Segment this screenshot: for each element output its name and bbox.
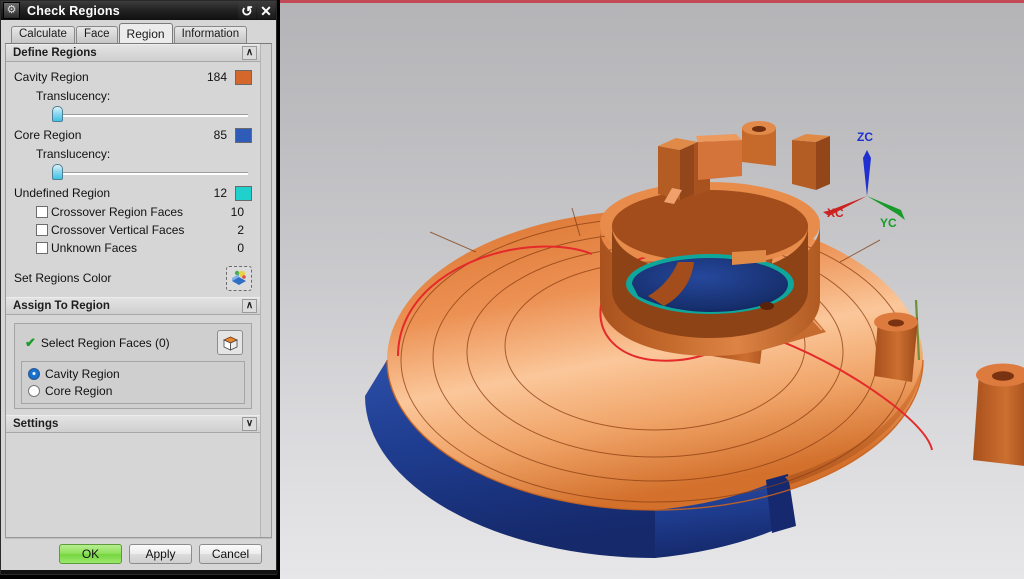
section-header-define-regions[interactable]: Define Regions ∧ xyxy=(6,44,260,62)
options-scroll-area: Define Regions ∧ Cavity Region 184 Trans… xyxy=(5,43,272,538)
crossover-region-faces-count: 10 xyxy=(230,205,244,219)
check-regions-dialog: ⚙ Check Regions ↺ ✕ Calculate Face Regio… xyxy=(0,0,278,575)
vertical-scrollbar[interactable] xyxy=(260,44,271,537)
dialog-body: Calculate Face Region Information Define… xyxy=(1,20,276,574)
chevron-up-icon[interactable]: ∧ xyxy=(242,46,257,60)
core-region-count: 85 xyxy=(213,128,227,142)
undefined-region-color-swatch[interactable] xyxy=(235,185,252,201)
dialog-bottom-edge xyxy=(1,570,278,574)
select-face-cube-icon[interactable] xyxy=(217,330,243,355)
unknown-faces-label: Unknown Faces xyxy=(51,241,138,255)
set-regions-color-row: Set Regions Color xyxy=(14,263,252,293)
triad-label-zc: ZC xyxy=(857,130,873,144)
check-icon: ✔ xyxy=(25,335,36,350)
region-radio-group: Cavity Region Core Region xyxy=(21,361,245,404)
slider-track xyxy=(58,114,248,117)
checkbox-row-crossover-region-faces[interactable]: Crossover Region Faces 10 xyxy=(14,203,252,221)
assign-group-box: ✔ Select Region Faces (0) Cavity Region … xyxy=(14,323,252,409)
tab-information[interactable]: Information xyxy=(173,26,248,43)
tab-face[interactable]: Face xyxy=(75,26,118,43)
close-button[interactable]: ✕ xyxy=(257,2,275,19)
crossover-vertical-faces-label: Crossover Vertical Faces xyxy=(51,223,185,237)
undefined-region-label: Undefined Region xyxy=(14,186,111,200)
cavity-region-color-swatch[interactable] xyxy=(235,69,252,85)
core-region-radio[interactable] xyxy=(28,384,40,397)
3d-viewport[interactable]: ZC XC YC xyxy=(280,0,1024,579)
tab-bar: Calculate Face Region Information xyxy=(5,23,272,43)
crossover-region-faces-checkbox[interactable] xyxy=(36,206,48,218)
unknown-faces-count: 0 xyxy=(237,241,244,255)
gear-icon: ⚙ xyxy=(3,2,20,19)
tab-region[interactable]: Region xyxy=(118,23,173,43)
cavity-translucency-slider[interactable] xyxy=(44,105,248,123)
undefined-region-row: Undefined Region 12 xyxy=(14,183,252,203)
checkbox-row-crossover-vertical-faces[interactable]: Crossover Vertical Faces 2 xyxy=(14,221,252,239)
select-region-faces-label: Select Region Faces (0) xyxy=(40,335,170,350)
cancel-button[interactable]: Cancel xyxy=(199,543,262,564)
triad-label-yc: YC xyxy=(880,216,897,230)
model-graphics xyxy=(365,121,1024,558)
cavity-region-radio-label: Cavity Region xyxy=(45,366,120,381)
reset-button[interactable]: ↺ xyxy=(238,2,256,19)
radio-row-core-region[interactable]: Core Region xyxy=(28,382,238,399)
crossover-vertical-faces-count: 2 xyxy=(237,223,244,237)
radio-row-cavity-region[interactable]: Cavity Region xyxy=(28,365,238,382)
checkbox-row-unknown-faces[interactable]: Unknown Faces 0 xyxy=(14,239,252,257)
set-regions-color-label: Set Regions Color xyxy=(14,271,112,285)
chevron-down-icon[interactable]: ∨ xyxy=(242,417,257,431)
section-title-define-regions: Define Regions xyxy=(13,47,97,59)
coordinate-triad: ZC XC YC xyxy=(805,130,925,240)
cavity-region-row: Cavity Region 184 xyxy=(14,67,252,87)
section-header-assign-to-region[interactable]: Assign To Region ∧ xyxy=(6,297,260,315)
color-palette-icon[interactable] xyxy=(226,265,252,291)
cavity-region-count: 184 xyxy=(206,70,227,84)
chevron-up-icon[interactable]: ∧ xyxy=(242,299,257,313)
slider-thumb[interactable] xyxy=(52,106,63,122)
crossover-region-faces-label: Crossover Region Faces xyxy=(51,205,184,219)
cavity-region-label: Cavity Region xyxy=(14,70,89,84)
core-region-radio-label: Core Region xyxy=(45,383,113,398)
ok-button[interactable]: OK xyxy=(59,543,122,564)
triad-label-xc: XC xyxy=(827,206,844,220)
dialog-footer: OK Apply Cancel xyxy=(5,538,272,574)
dialog-titlebar[interactable]: ⚙ Check Regions ↺ ✕ xyxy=(1,1,276,20)
core-translucency-label: Translucency: xyxy=(36,147,111,161)
dialog-title: Check Regions xyxy=(27,3,120,18)
define-regions-body: Cavity Region 184 Translucency: Core Reg… xyxy=(6,62,260,297)
section-header-settings[interactable]: Settings ∨ xyxy=(6,415,260,433)
apply-button[interactable]: Apply xyxy=(129,543,192,564)
slider-track xyxy=(58,172,248,175)
crossover-vertical-faces-checkbox[interactable] xyxy=(36,224,48,236)
core-region-color-swatch[interactable] xyxy=(235,127,252,143)
undefined-region-count: 12 xyxy=(213,186,227,200)
options-content: Define Regions ∧ Cavity Region 184 Trans… xyxy=(6,44,260,537)
unknown-faces-checkbox[interactable] xyxy=(36,242,48,254)
core-translucency-slider[interactable] xyxy=(44,163,248,181)
cavity-translucency-label: Translucency: xyxy=(36,89,111,103)
cavity-region-radio[interactable] xyxy=(28,367,40,380)
section-title-settings: Settings xyxy=(13,418,59,430)
slider-thumb[interactable] xyxy=(52,164,63,180)
core-region-row: Core Region 85 xyxy=(14,125,252,145)
core-region-label: Core Region xyxy=(14,128,82,142)
section-title-assign-to-region: Assign To Region xyxy=(13,300,110,312)
tab-calculate[interactable]: Calculate xyxy=(11,26,75,43)
assign-to-region-body: ✔ Select Region Faces (0) Cavity Region … xyxy=(6,315,260,415)
select-region-faces-row[interactable]: ✔ Select Region Faces (0) xyxy=(21,328,245,357)
